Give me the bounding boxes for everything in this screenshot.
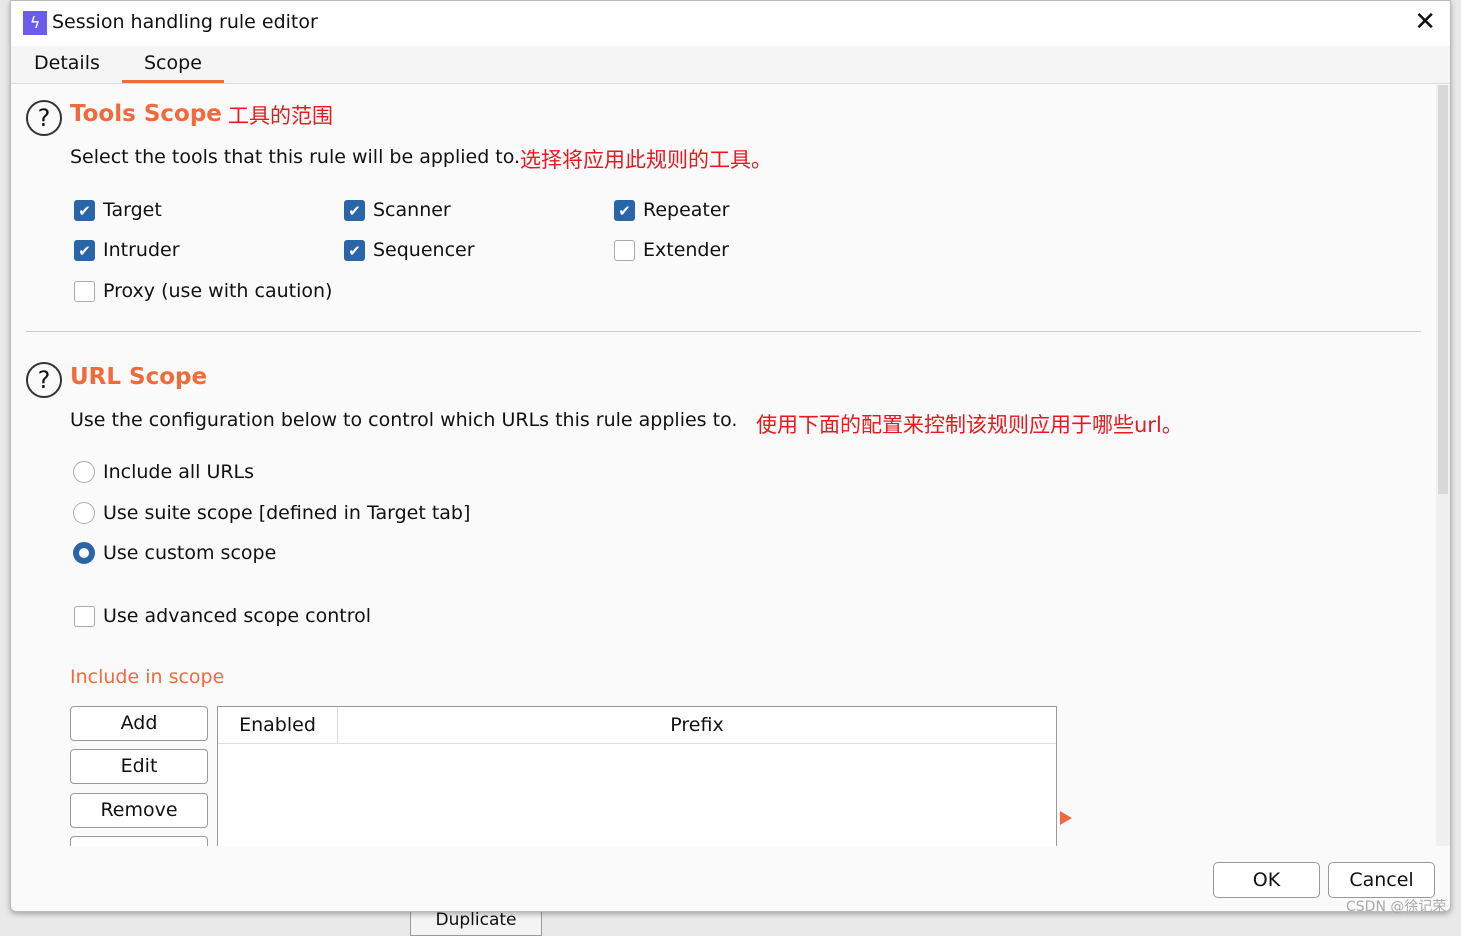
include-in-scope-label: Include in scope: [70, 666, 225, 688]
burp-app-icon: ϟ: [23, 11, 47, 35]
check-icon: ✔: [344, 199, 365, 221]
tab-bar: Details Scope: [11, 46, 1450, 84]
tools-desc: Select the tools that this rule will be …: [70, 146, 521, 168]
check-icon: ✔: [344, 239, 365, 261]
scrollbar-thumb[interactable]: [1438, 85, 1448, 494]
dialog-title: Session handling rule editor: [52, 11, 318, 33]
scope-panel: ? Tools Scope 工具的范围 Select the tools tha…: [11, 85, 1435, 846]
checkbox-label: Repeater: [643, 199, 730, 221]
more-button[interactable]: [70, 836, 208, 846]
session-rule-editor-dialog: ϟ Session handling rule editor ✕ Details…: [10, 0, 1451, 912]
include-scope-table[interactable]: Enabled Prefix: [217, 706, 1057, 846]
url-scope-heading: URL Scope: [70, 364, 208, 390]
tab-details[interactable]: Details: [34, 52, 100, 74]
radio-circle: [73, 542, 95, 564]
checkbox-label: Target: [103, 199, 162, 221]
close-icon[interactable]: ✕: [1414, 7, 1436, 37]
add-button[interactable]: Add: [70, 706, 208, 741]
radio-circle: [73, 461, 95, 483]
radio-suite-scope[interactable]: Use suite scope [defined in Target tab]: [73, 502, 470, 524]
expand-arrow-icon[interactable]: [1060, 811, 1072, 825]
tools-scope-annotation: 工具的范围: [228, 104, 333, 128]
radio-circle: [73, 502, 95, 524]
url-desc-annotation: 使用下面的配置来控制该规则应用于哪些url。: [756, 413, 1183, 437]
help-icon[interactable]: ?: [26, 100, 62, 136]
checkbox-repeater[interactable]: ✔ Repeater: [614, 199, 729, 221]
checkbox-proxy[interactable]: Proxy (use with caution): [74, 280, 332, 302]
checkbox-box: [74, 605, 95, 627]
vertical-scrollbar[interactable]: [1436, 85, 1450, 846]
checkbox-box: [74, 280, 95, 302]
help-icon[interactable]: ?: [26, 362, 62, 398]
column-header-enabled[interactable]: Enabled: [218, 707, 338, 744]
checkbox-scanner[interactable]: ✔ Scanner: [344, 199, 451, 221]
checkbox-target[interactable]: ✔ Target: [74, 199, 162, 221]
checkbox-label: Intruder: [103, 239, 180, 261]
cancel-button[interactable]: Cancel: [1328, 862, 1435, 898]
tools-desc-annotation: 选择将应用此规则的工具。: [520, 148, 772, 172]
check-icon: ✔: [614, 199, 635, 221]
check-icon: ✔: [74, 199, 95, 221]
tab-scope[interactable]: Scope: [122, 52, 224, 83]
column-header-prefix[interactable]: Prefix: [338, 707, 1056, 744]
checkbox-label: Use advanced scope control: [103, 605, 372, 627]
tools-scope-heading: Tools Scope: [70, 101, 222, 127]
checkbox-box: [614, 239, 635, 261]
radio-include-all[interactable]: Include all URLs: [73, 461, 254, 483]
section-divider: [26, 331, 1421, 332]
url-desc: Use the configuration below to control w…: [70, 409, 738, 431]
checkbox-sequencer[interactable]: ✔ Sequencer: [344, 239, 475, 261]
checkbox-extender[interactable]: Extender: [614, 239, 729, 261]
edit-button[interactable]: Edit: [70, 749, 208, 784]
radio-label: Use suite scope [defined in Target tab]: [103, 502, 471, 524]
title-bar: ϟ Session handling rule editor ✕: [11, 1, 1450, 46]
ok-button[interactable]: OK: [1213, 862, 1320, 898]
checkbox-label: Sequencer: [373, 239, 475, 261]
radio-label: Include all URLs: [103, 461, 255, 483]
radio-custom-scope[interactable]: Use custom scope: [73, 542, 276, 564]
checkbox-advanced-scope[interactable]: Use advanced scope control: [74, 605, 371, 627]
remove-button[interactable]: Remove: [70, 793, 208, 828]
checkbox-label: Proxy (use with caution): [103, 280, 333, 302]
checkbox-label: Scanner: [373, 199, 451, 221]
radio-label: Use custom scope: [103, 542, 277, 564]
checkbox-label: Extender: [643, 239, 729, 261]
watermark: CSDN @徐记荣: [1346, 899, 1447, 915]
check-icon: ✔: [74, 239, 95, 261]
checkbox-intruder[interactable]: ✔ Intruder: [74, 239, 180, 261]
